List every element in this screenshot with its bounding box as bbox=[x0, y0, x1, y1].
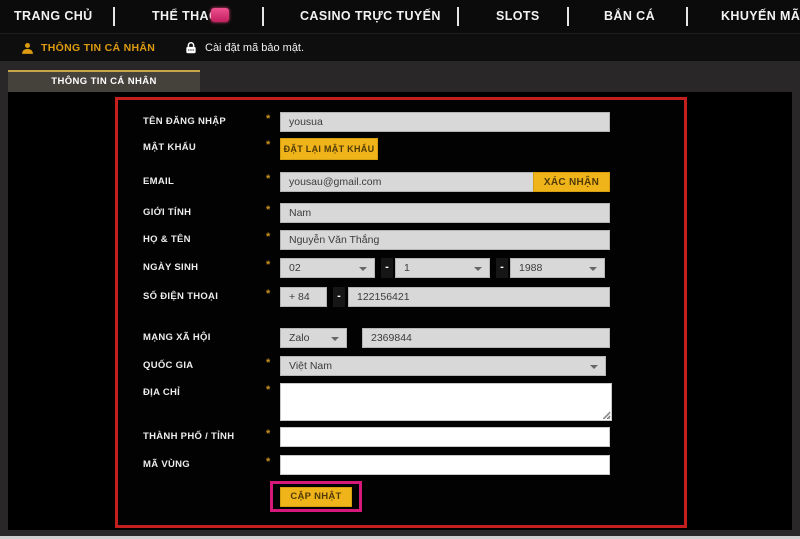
chevron-down-icon bbox=[590, 365, 598, 369]
row-password: MẬT KHẨU * ĐẶT LẠI MẬT KHẨU bbox=[118, 138, 684, 160]
zipcode-input[interactable] bbox=[280, 455, 610, 475]
required-mark: * bbox=[266, 173, 270, 185]
top-navigation: TRANG CHỦ THỂ THAO CASINO TRỰC TUYẾN SLO… bbox=[0, 0, 800, 33]
nav-separator bbox=[113, 7, 115, 26]
social-id-input[interactable] bbox=[362, 328, 610, 348]
required-mark: * bbox=[266, 231, 270, 243]
required-mark: * bbox=[266, 139, 270, 151]
chevron-down-icon bbox=[331, 337, 339, 341]
required-mark: * bbox=[266, 456, 270, 468]
verify-email-button[interactable]: XÁC NHẬN bbox=[533, 172, 610, 192]
city-input[interactable] bbox=[280, 427, 610, 447]
hot-badge-icon bbox=[211, 8, 229, 22]
address-textarea[interactable] bbox=[280, 383, 612, 421]
subnav-item-profile[interactable]: THÔNG TIN CÁ NHÂN bbox=[21, 34, 155, 62]
social-network-value: Zalo bbox=[289, 329, 309, 347]
nav-item-promotions[interactable]: KHUYẾN MÃI bbox=[721, 0, 800, 33]
password-label: MẬT KHẨU bbox=[143, 138, 196, 158]
country-select[interactable]: Việt Nam bbox=[280, 356, 606, 376]
required-mark: * bbox=[266, 204, 270, 216]
required-mark: * bbox=[266, 113, 270, 125]
row-country: QUỐC GIA * Việt Nam bbox=[118, 356, 684, 378]
update-button[interactable]: CẬP NHẬT bbox=[280, 487, 352, 507]
required-mark: * bbox=[266, 288, 270, 300]
row-username: TÊN ĐĂNG NHẬP * bbox=[118, 112, 684, 134]
nav-item-sports[interactable]: THỂ THAO bbox=[152, 0, 219, 33]
chevron-down-icon bbox=[589, 267, 597, 271]
username-input[interactable] bbox=[280, 112, 610, 132]
birth-day-select[interactable]: 02 bbox=[280, 258, 375, 278]
row-zipcode: MÃ VÙNG * bbox=[118, 455, 684, 477]
social-network-select[interactable]: Zalo bbox=[280, 328, 347, 348]
fullname-label: HỌ & TÊN bbox=[143, 230, 191, 250]
row-address: ĐỊA CHỈ * bbox=[118, 383, 684, 423]
nav-separator bbox=[567, 7, 569, 26]
phone-label: SỐ ĐIỆN THOẠI bbox=[143, 287, 218, 307]
required-mark: * bbox=[266, 259, 270, 271]
gender-label: GIỚI TÍNH bbox=[143, 203, 191, 223]
country-code-box[interactable]: + 84 bbox=[280, 287, 327, 307]
username-label: TÊN ĐĂNG NHẬP bbox=[143, 112, 226, 132]
nav-item-slots[interactable]: SLOTS bbox=[496, 0, 540, 33]
row-city: THÀNH PHỐ / TỈNH * bbox=[118, 427, 684, 449]
social-label: MẠNG XÃ HỘI bbox=[143, 328, 211, 348]
page: TRANG CHỦ THỂ THAO CASINO TRỰC TUYẾN SLO… bbox=[0, 0, 800, 539]
row-social: MẠNG XÃ HỘI Zalo bbox=[118, 328, 684, 350]
chevron-down-icon bbox=[359, 267, 367, 271]
chevron-down-icon bbox=[474, 267, 482, 271]
city-label: THÀNH PHỐ / TỈNH bbox=[143, 427, 234, 447]
lock-icon bbox=[184, 41, 198, 55]
nav-separator bbox=[262, 7, 264, 26]
date-separator: - bbox=[381, 258, 393, 278]
required-mark: * bbox=[266, 384, 270, 396]
nav-item-fishing[interactable]: BẮN CÁ bbox=[604, 0, 655, 33]
fullname-input[interactable] bbox=[280, 230, 610, 250]
phone-separator: - bbox=[333, 287, 345, 307]
row-birthdate: NGÀY SINH * 02 - 1 - 1988 bbox=[118, 258, 684, 280]
birth-year-select[interactable]: 1988 bbox=[510, 258, 605, 278]
email-label: EMAIL bbox=[143, 172, 174, 192]
nav-item-home[interactable]: TRANG CHỦ bbox=[14, 0, 93, 33]
subnav-profile-label: THÔNG TIN CÁ NHÂN bbox=[41, 42, 155, 54]
date-separator: - bbox=[496, 258, 508, 278]
sub-navigation: THÔNG TIN CÁ NHÂN Cài đặt mã bảo mật. bbox=[0, 33, 800, 61]
submit-highlight-box: CẬP NHẬT bbox=[270, 481, 362, 512]
subnav-security-label: Cài đặt mã bảo mật. bbox=[205, 42, 304, 54]
country-code-value: + 84 bbox=[289, 288, 310, 306]
birthdate-label: NGÀY SINH bbox=[143, 258, 198, 278]
birth-day-value: 02 bbox=[289, 259, 301, 277]
gender-input[interactable] bbox=[280, 203, 610, 223]
row-email: EMAIL * XÁC NHẬN bbox=[118, 172, 684, 194]
row-gender: GIỚI TÍNH * bbox=[118, 203, 684, 225]
subnav-item-security-pin[interactable]: Cài đặt mã bảo mật. bbox=[184, 34, 304, 62]
birth-year-value: 1988 bbox=[519, 259, 542, 277]
required-mark: * bbox=[266, 428, 270, 440]
nav-separator bbox=[686, 7, 688, 26]
birth-month-value: 1 bbox=[404, 259, 410, 277]
country-label: QUỐC GIA bbox=[143, 356, 193, 376]
tab-personal-info[interactable]: THÔNG TIN CÁ NHÂN bbox=[8, 72, 200, 92]
nav-separator bbox=[457, 7, 459, 26]
row-fullname: HỌ & TÊN * bbox=[118, 230, 684, 252]
row-phone: SỐ ĐIỆN THOẠI * + 84 - bbox=[118, 287, 684, 309]
phone-input[interactable] bbox=[348, 287, 610, 307]
address-label: ĐỊA CHỈ bbox=[143, 383, 180, 403]
zipcode-label: MÃ VÙNG bbox=[143, 455, 190, 475]
nav-item-casino[interactable]: CASINO TRỰC TUYẾN bbox=[300, 0, 441, 33]
reset-password-button[interactable]: ĐẶT LẠI MẬT KHẨU bbox=[280, 138, 378, 160]
user-icon bbox=[21, 42, 34, 55]
profile-form-panel: TÊN ĐĂNG NHẬP * MẬT KHẨU * ĐẶT LẠI MẬT K… bbox=[115, 97, 687, 528]
required-mark: * bbox=[266, 357, 270, 369]
country-value: Việt Nam bbox=[289, 357, 332, 375]
birth-month-select[interactable]: 1 bbox=[395, 258, 490, 278]
